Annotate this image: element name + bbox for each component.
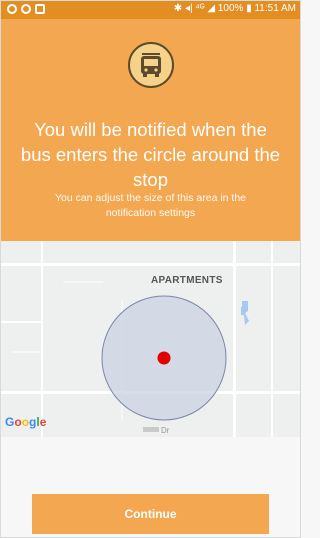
onboarding-header: You will be notified when the bus enters… bbox=[1, 19, 300, 241]
map-place-label: APARTMENTS bbox=[151, 275, 223, 286]
status-bar: ✱ ◂| ⁴ᴳ ◢ 100% ▮ 11:51 AM bbox=[1, 1, 300, 19]
page-title: You will be notified when the bus enters… bbox=[20, 119, 281, 190]
map-view[interactable]: APARTMENTS Dr Google bbox=[1, 241, 300, 437]
map-road-label: Dr bbox=[161, 426, 170, 435]
continue-button[interactable]: Continue bbox=[32, 494, 269, 534]
bus-stop-marker bbox=[157, 351, 171, 365]
page-subtitle: You can adjust the size of this area in … bbox=[54, 192, 247, 219]
footer: Continue bbox=[1, 437, 300, 537]
map-canvas bbox=[1, 241, 300, 437]
google-logo: Google bbox=[5, 415, 47, 429]
google-icon bbox=[7, 4, 17, 14]
bus-icon bbox=[128, 42, 174, 88]
status-bar-notifications bbox=[7, 4, 45, 14]
image-icon bbox=[35, 4, 45, 14]
screen: ✱ ◂| ⁴ᴳ ◢ 100% ▮ 11:51 AM You will be no… bbox=[0, 0, 301, 538]
status-bar-system-info: ✱ ◂| ⁴ᴳ ◢ 100% ▮ 11:51 AM bbox=[173, 3, 296, 14]
globe-icon bbox=[21, 4, 31, 14]
